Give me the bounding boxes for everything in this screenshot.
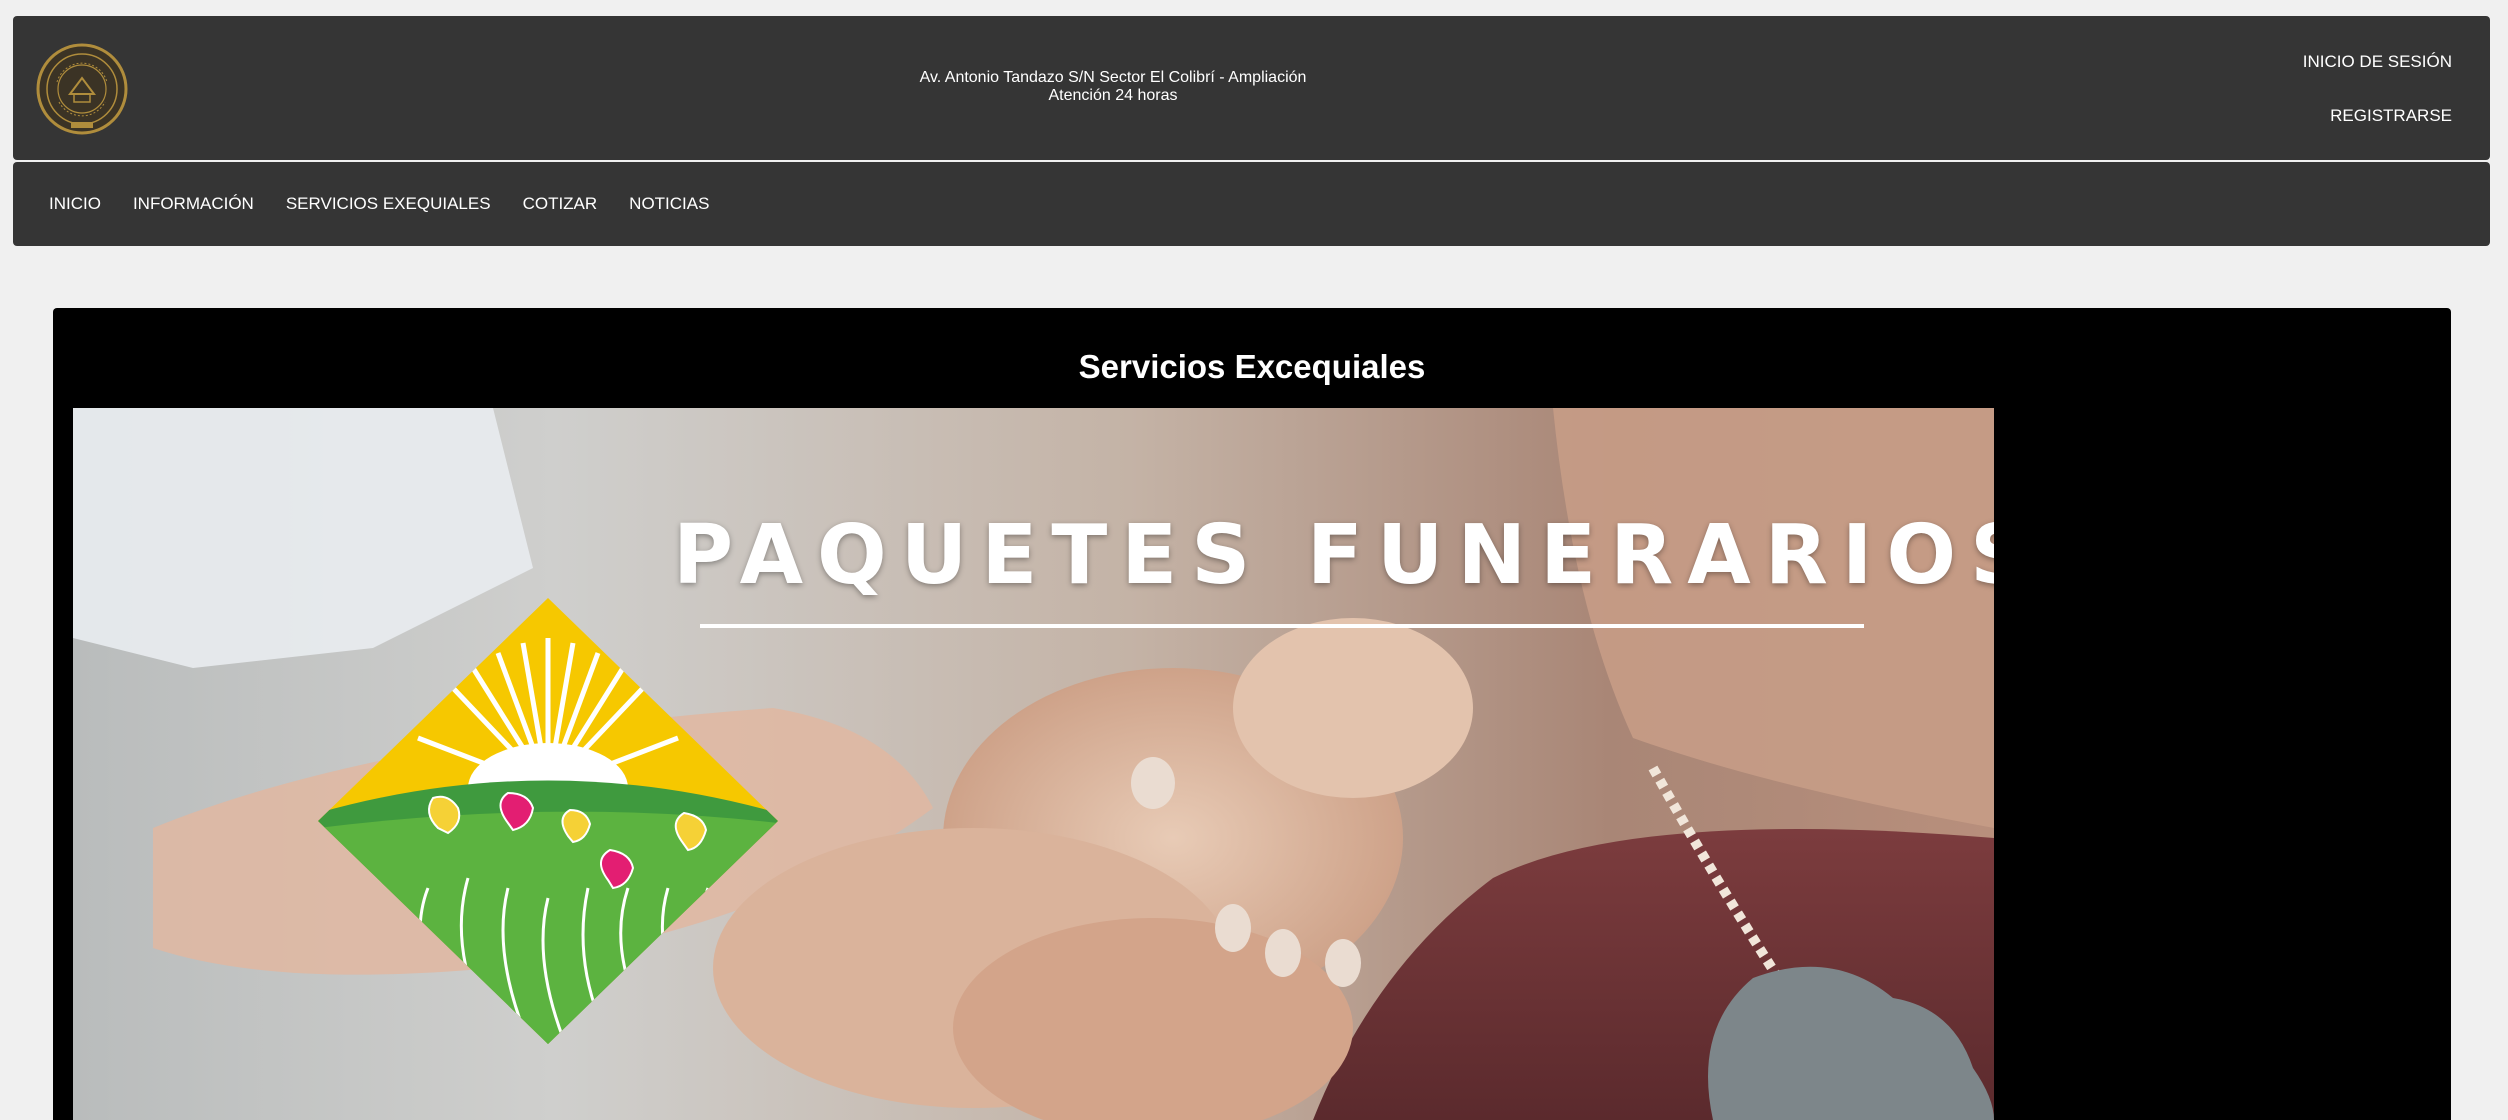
login-link[interactable]: INICIO DE SESIÓN: [2303, 52, 2452, 72]
nav-item-informacion[interactable]: INFORMACIÓN: [133, 194, 254, 214]
services-panel: Servicios Excequiales PAQUETES FUNERARIO…: [53, 308, 2451, 1120]
nav-item-servicios-exequiales[interactable]: SERVICIOS EXEQUIALES: [286, 194, 491, 214]
hours-line: Atención 24 horas: [1048, 87, 1178, 104]
register-link[interactable]: REGISTRARSE: [2303, 106, 2452, 126]
site-logo-icon[interactable]: [35, 42, 129, 136]
nav-item-noticias[interactable]: NOTICIAS: [629, 194, 709, 214]
banner-image: PAQUETES FUNERARIOS: [73, 408, 1994, 1120]
nav-item-cotizar[interactable]: COTIZAR: [523, 194, 598, 214]
address-info: Av. Antonio Tandazo S/N Sector El Colibr…: [613, 69, 1613, 105]
top-header: Av. Antonio Tandazo S/N Sector El Colibr…: [13, 16, 2490, 160]
banner-heading-underline: [700, 624, 1864, 628]
nav-item-inicio[interactable]: INICIO: [49, 194, 101, 214]
page-title: Servicios Excequiales: [1078, 348, 1426, 385]
banner-heading: PAQUETES FUNERARIOS: [673, 508, 1994, 603]
main-nav: INICIO INFORMACIÓN SERVICIOS EXEQUIALES …: [13, 162, 2490, 246]
address-line: Av. Antonio Tandazo S/N Sector El Colibr…: [919, 69, 1307, 86]
nav-list: INICIO INFORMACIÓN SERVICIOS EXEQUIALES …: [49, 194, 709, 214]
sunrise-field-logo-icon: [318, 598, 778, 1044]
auth-links: INICIO DE SESIÓN REGISTRARSE: [2303, 52, 2452, 126]
